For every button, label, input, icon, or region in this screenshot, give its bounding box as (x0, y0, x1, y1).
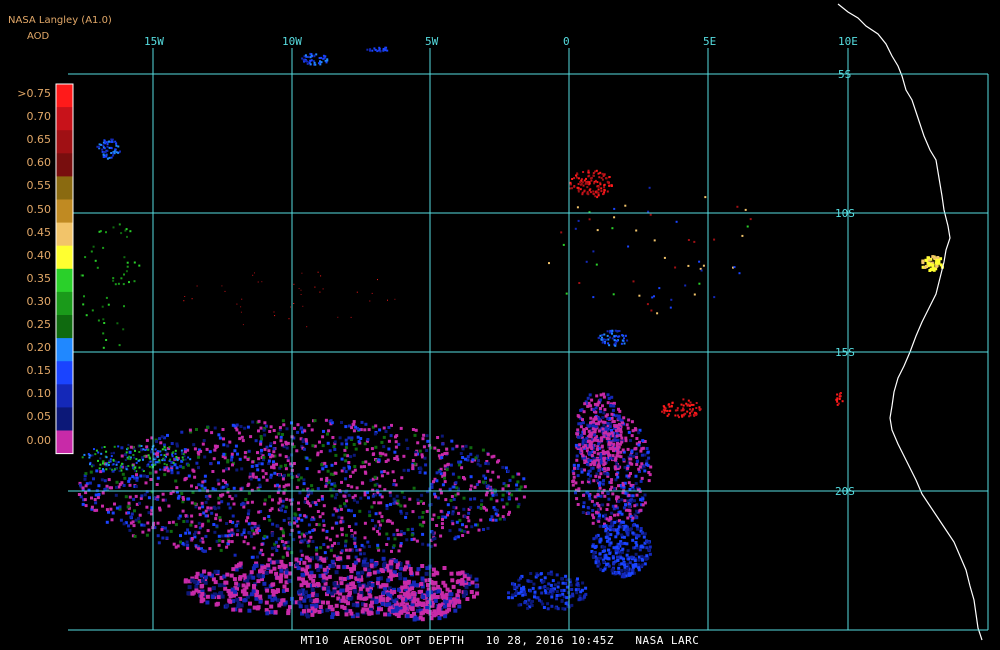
footer-caption: MT10 AEROSOL OPT DEPTH 10 28, 2016 10:45… (300, 634, 700, 647)
colorbar-swatch (56, 338, 73, 362)
lat-label-15s: 15S (835, 346, 855, 359)
lon-label-5w: 5W (425, 35, 439, 48)
colorbar-swatch (56, 199, 73, 223)
lon-label-10w: 10W (282, 35, 302, 48)
colorbar-swatch (56, 84, 73, 108)
legend-label: 0.55 (26, 179, 52, 193)
legend-label: 0.35 (26, 271, 52, 285)
legend-label: 0.40 (26, 248, 52, 262)
legend-label: 0.00 (26, 433, 52, 447)
legend-label: 0.70 (26, 110, 52, 124)
colorbar-swatch (56, 315, 73, 339)
legend-label: 0.15 (26, 364, 52, 378)
lon-label-15w: 15W (144, 35, 164, 48)
legend-label: 0.10 (26, 387, 52, 401)
lat-label-10s: 10S (835, 207, 855, 220)
lat-label-5s: 5S (838, 68, 851, 81)
colorbar-swatch (56, 361, 73, 385)
lon-label-10e: 10E (838, 35, 858, 48)
product-label: AOD (27, 31, 50, 42)
legend-label: >0.75 (17, 87, 51, 100)
legend-label: 0.50 (26, 202, 52, 216)
aod-map: 15W 10W 5W 0 5E 10E 5S 10S 15S 20S (0, 0, 1000, 650)
colorbar-swatch (56, 430, 73, 454)
colorbar-swatch (56, 245, 73, 270)
colorbar-swatch (56, 107, 73, 131)
legend-label: 0.45 (26, 225, 52, 239)
aod-colorbar (55, 83, 74, 455)
colorbar-swatch (56, 130, 73, 154)
lon-label-0: 0 (563, 35, 570, 48)
colorbar-swatch (56, 384, 73, 408)
legend-label: 0.20 (26, 341, 52, 355)
colorbar-swatch (56, 222, 73, 247)
colorbar-swatch (56, 268, 73, 293)
legend-label: 0.05 (26, 410, 52, 424)
legend-label: 0.25 (26, 318, 52, 331)
colorbar-swatch (56, 407, 73, 431)
colorbar-swatch (56, 291, 73, 316)
agency-label: NASA Langley (A1.0) (8, 15, 112, 26)
legend-label: 0.60 (26, 156, 52, 170)
legend-label: 0.65 (26, 133, 52, 147)
colorbar-swatch (56, 176, 73, 200)
legend-label: 0.30 (26, 294, 52, 308)
lat-label-20s: 20S (835, 485, 855, 498)
lon-label-5e: 5E (703, 35, 716, 48)
colorbar-swatch (56, 153, 73, 177)
